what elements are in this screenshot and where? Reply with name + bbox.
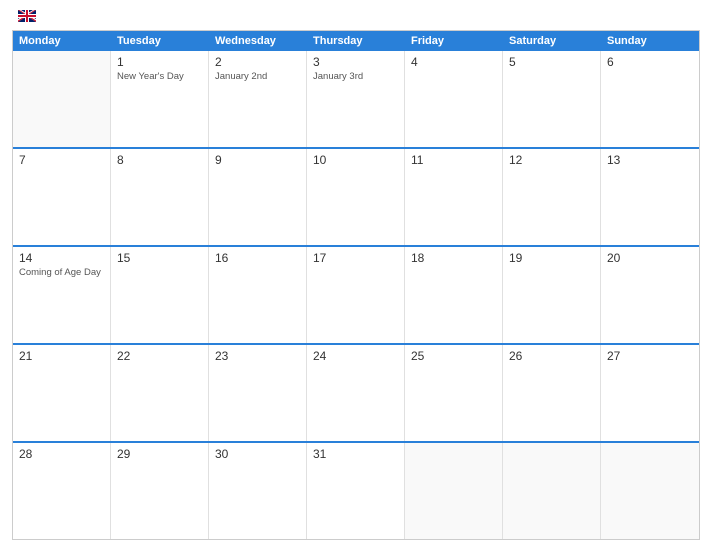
calendar-cell: 8 [111, 149, 209, 245]
calendar-header-cell: Friday [405, 31, 503, 51]
calendar-header-cell: Saturday [503, 31, 601, 51]
day-number: 11 [411, 153, 496, 167]
calendar-cell: 7 [13, 149, 111, 245]
calendar-cell: 26 [503, 345, 601, 441]
day-number: 25 [411, 349, 496, 363]
day-number: 3 [313, 55, 398, 69]
calendar-cell: 25 [405, 345, 503, 441]
calendar-week: 14 Coming of Age Day 15 16 17 18 19 20 [13, 245, 699, 343]
day-event: Coming of Age Day [19, 267, 104, 279]
calendar-cell: 1 New Year's Day [111, 51, 209, 147]
calendar-cell: 19 [503, 247, 601, 343]
calendar-cell: 21 [13, 345, 111, 441]
calendar-cell: 24 [307, 345, 405, 441]
day-event: January 3rd [313, 71, 398, 83]
calendar-cell: 22 [111, 345, 209, 441]
calendar-cell: 2 January 2nd [209, 51, 307, 147]
day-number: 8 [117, 153, 202, 167]
calendar-cell: 29 [111, 443, 209, 539]
day-number: 4 [411, 55, 496, 69]
calendar-week: 1 New Year's Day 2 January 2nd 3 January 3rd 4… [13, 51, 699, 147]
logo-blue-text [16, 10, 36, 22]
calendar-cell [13, 51, 111, 147]
calendar-header-cell: Monday [13, 31, 111, 51]
calendar-header-cell: Wednesday [209, 31, 307, 51]
day-number: 2 [215, 55, 300, 69]
calendar-cell: 27 [601, 345, 699, 441]
day-event: January 2nd [215, 71, 300, 83]
calendar-cell: 15 [111, 247, 209, 343]
calendar-cell: 14 Coming of Age Day [13, 247, 111, 343]
day-number: 17 [313, 251, 398, 265]
calendar-header-row: MondayTuesdayWednesdayThursdayFridaySatu… [13, 31, 699, 51]
day-number: 24 [313, 349, 398, 363]
day-number: 26 [509, 349, 594, 363]
day-number: 7 [19, 153, 104, 167]
calendar-header-cell: Thursday [307, 31, 405, 51]
calendar-cell: 11 [405, 149, 503, 245]
calendar-cell: 9 [209, 149, 307, 245]
calendar-cell: 17 [307, 247, 405, 343]
day-number: 10 [313, 153, 398, 167]
calendar-cell: 23 [209, 345, 307, 441]
calendar-header-cell: Tuesday [111, 31, 209, 51]
logo [16, 10, 36, 22]
day-number: 15 [117, 251, 202, 265]
day-number: 1 [117, 55, 202, 69]
logo-flag-icon [18, 10, 36, 22]
calendar-cell: 6 [601, 51, 699, 147]
calendar-cell: 3 January 3rd [307, 51, 405, 147]
day-number: 29 [117, 447, 202, 461]
day-number: 19 [509, 251, 594, 265]
calendar-cell: 18 [405, 247, 503, 343]
calendar-cell [405, 443, 503, 539]
day-number: 27 [607, 349, 693, 363]
day-number: 21 [19, 349, 104, 363]
day-number: 31 [313, 447, 398, 461]
day-number: 18 [411, 251, 496, 265]
day-number: 16 [215, 251, 300, 265]
calendar-cell [503, 443, 601, 539]
calendar-cell: 13 [601, 149, 699, 245]
calendar-cell [601, 443, 699, 539]
day-number: 28 [19, 447, 104, 461]
day-number: 22 [117, 349, 202, 363]
calendar-cell: 4 [405, 51, 503, 147]
day-number: 14 [19, 251, 104, 265]
calendar-cell: 28 [13, 443, 111, 539]
day-number: 23 [215, 349, 300, 363]
page-header [12, 10, 700, 22]
day-number: 13 [607, 153, 693, 167]
day-number: 6 [607, 55, 693, 69]
calendar-cell: 12 [503, 149, 601, 245]
day-number: 12 [509, 153, 594, 167]
calendar-week: 789 10 11 12 13 [13, 147, 699, 245]
calendar-cell: 31 [307, 443, 405, 539]
calendar-cell: 30 [209, 443, 307, 539]
calendar-cell: 20 [601, 247, 699, 343]
calendar-cell: 16 [209, 247, 307, 343]
calendar-body: 1 New Year's Day 2 January 2nd 3 January 3rd 4… [13, 51, 699, 539]
calendar-cell: 5 [503, 51, 601, 147]
day-number: 9 [215, 153, 300, 167]
calendar-week: 28 29 30 31 [13, 441, 699, 539]
day-event: New Year's Day [117, 71, 202, 83]
calendar-week: 21 22 23 24 25 26 27 [13, 343, 699, 441]
day-number: 30 [215, 447, 300, 461]
calendar-cell: 10 [307, 149, 405, 245]
calendar: MondayTuesdayWednesdayThursdayFridaySatu… [12, 30, 700, 540]
calendar-header-cell: Sunday [601, 31, 699, 51]
day-number: 5 [509, 55, 594, 69]
day-number: 20 [607, 251, 693, 265]
